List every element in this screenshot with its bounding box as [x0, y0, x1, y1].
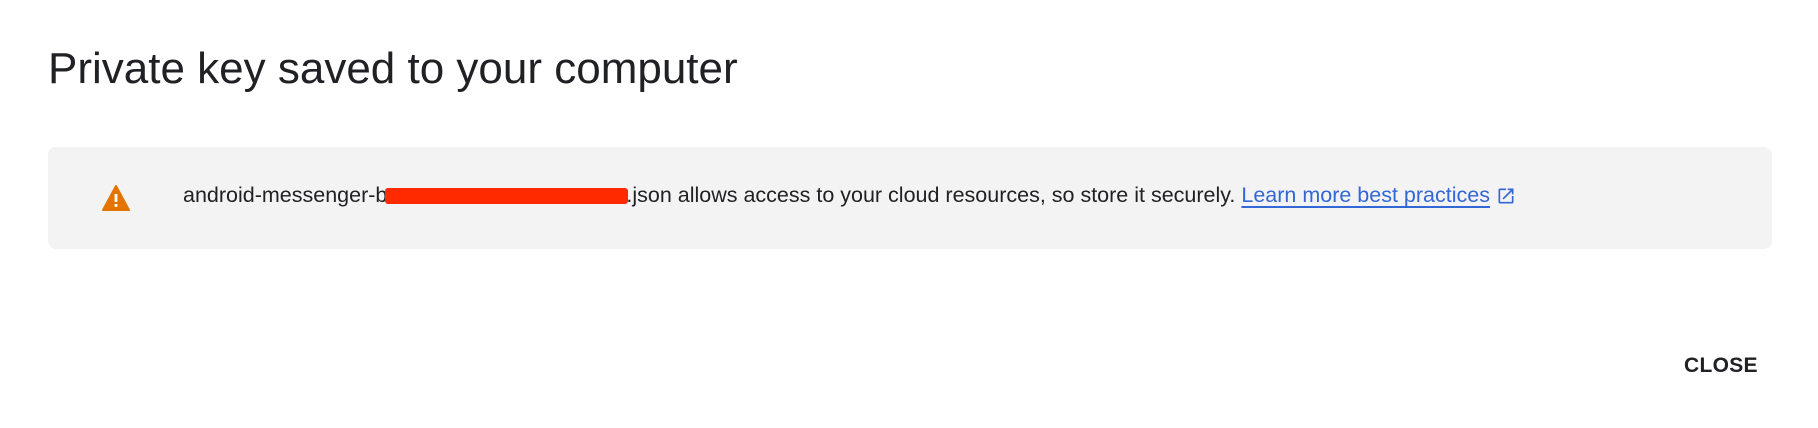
dialog-title: Private key saved to your computer [48, 44, 738, 93]
notice-message: android-messenger-b .json allows access … [183, 183, 1516, 208]
notice-text: .json allows access to your cloud resour… [626, 183, 1236, 207]
close-button[interactable]: CLOSE [1676, 348, 1766, 384]
redacted-filename [385, 187, 629, 204]
open-in-new-icon[interactable] [1496, 186, 1516, 206]
learn-more-link[interactable]: Learn more best practices [1241, 183, 1490, 208]
warning-notice: android-messenger-b .json allows access … [48, 147, 1772, 249]
filename-prefix: android-messenger-b [183, 183, 388, 207]
warning-icon [102, 185, 130, 211]
